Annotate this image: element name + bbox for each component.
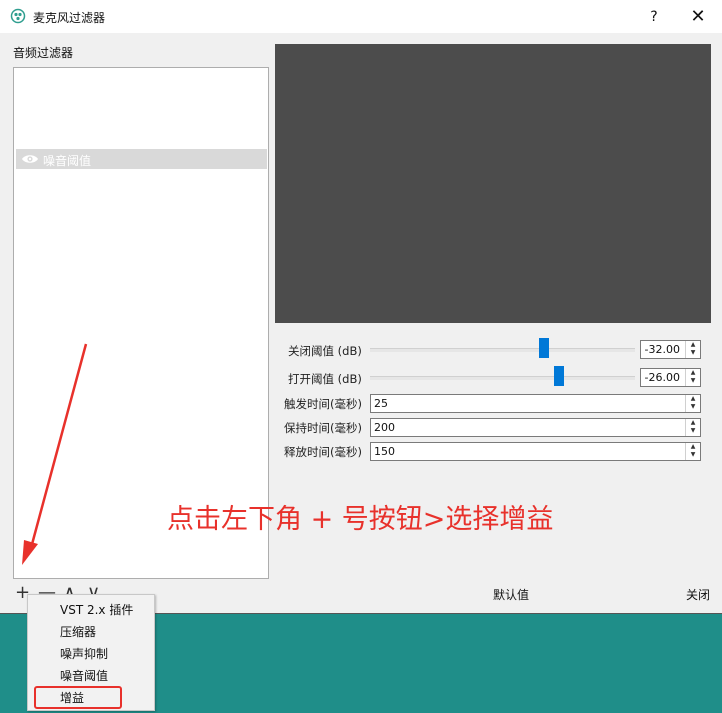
attack-time-label: 触发时间(毫秒) [284,397,362,411]
open-threshold-value: -26.00 [644,371,680,384]
hold-time-spinbox[interactable]: 200 ▲ ▼ [370,418,701,437]
obs-logo-icon [10,8,26,24]
audio-filters-label: 音频过滤器 [13,46,74,60]
hold-time-value: 200 [374,421,395,434]
window-title: 麦克风过滤器 [33,11,106,25]
close-button[interactable]: 关闭 [686,586,710,603]
menu-item-vst[interactable]: VST 2.x 插件 [60,601,133,618]
release-time-value: 150 [374,445,395,458]
eye-icon[interactable] [21,152,39,166]
attack-time-value: 25 [374,397,388,410]
help-button[interactable]: ? [642,6,666,28]
open-threshold-spinbox[interactable]: -26.00 ▲ ▼ [640,368,701,387]
preview-area [275,44,711,323]
spin-up-icon[interactable]: ▲ [686,395,700,403]
title-bar: 麦克风过滤器 ? ✕ [0,0,722,33]
filter-item-label: 噪音阈值 [43,154,92,168]
open-threshold-slider[interactable] [370,376,635,380]
close-threshold-label: 关闭阈值 (dB) [288,344,362,358]
spin-up-icon[interactable]: ▲ [686,443,700,451]
filter-list-item[interactable]: 噪音阈值 [16,149,267,169]
filters-window: 麦克风过滤器 ? ✕ 音频过滤器 噪音阈值 关闭阈值 (dB) -32.00 ▲… [0,0,722,614]
menu-item-noise-gate[interactable]: 噪音阈值 [60,667,108,684]
spin-down-icon[interactable]: ▼ [686,349,700,357]
close-threshold-slider-handle[interactable] [539,338,549,358]
release-time-label: 释放时间(毫秒) [284,445,362,459]
spin-arrows[interactable]: ▲ ▼ [685,443,700,460]
window-close-button[interactable]: ✕ [683,4,713,30]
spin-arrows[interactable]: ▲ ▼ [685,369,700,386]
spin-down-icon[interactable]: ▼ [686,377,700,385]
close-threshold-spinbox[interactable]: -32.00 ▲ ▼ [640,340,701,359]
menu-item-compressor[interactable]: 压缩器 [60,623,96,640]
close-threshold-value: -32.00 [644,343,680,356]
spin-arrows[interactable]: ▲ ▼ [685,341,700,358]
spin-arrows[interactable]: ▲ ▼ [685,419,700,436]
annotation-text: 点击左下角 + 号按钮>选择增益 [167,504,554,535]
spin-down-icon[interactable]: ▼ [686,427,700,435]
menu-item-noise-suppression[interactable]: 噪声抑制 [60,645,108,662]
spin-arrows[interactable]: ▲ ▼ [685,395,700,412]
spin-down-icon[interactable]: ▼ [686,451,700,459]
spin-down-icon[interactable]: ▼ [686,403,700,411]
spin-up-icon[interactable]: ▲ [686,419,700,427]
spin-up-icon[interactable]: ▲ [686,369,700,377]
open-threshold-slider-handle[interactable] [554,366,564,386]
spin-up-icon[interactable]: ▲ [686,341,700,349]
gain-highlight-box [34,686,122,709]
add-filter-menu: VST 2.x 插件 压缩器 噪声抑制 噪音阈值 增益 [27,594,155,711]
release-time-spinbox[interactable]: 150 ▲ ▼ [370,442,701,461]
hold-time-label: 保持时间(毫秒) [284,421,362,435]
attack-time-spinbox[interactable]: 25 ▲ ▼ [370,394,701,413]
close-threshold-slider[interactable] [370,348,635,352]
defaults-button[interactable]: 默认值 [493,586,529,603]
open-threshold-label: 打开阈值 (dB) [288,372,362,386]
